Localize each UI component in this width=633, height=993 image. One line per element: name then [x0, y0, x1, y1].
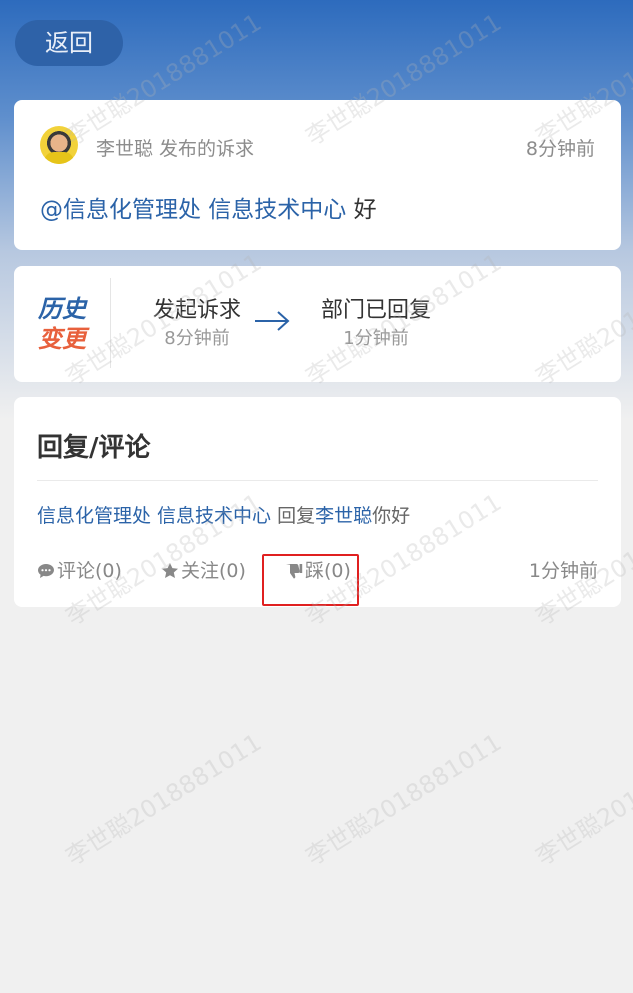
- reply-time: 1分钟前: [528, 560, 598, 582]
- history-step-submitted: 发起诉求 8分钟前: [132, 296, 262, 352]
- step-title: 部门已回复: [320, 298, 431, 323]
- arrow-right-icon: [255, 311, 290, 331]
- highlight-annotation-box: [262, 554, 359, 606]
- post-content: @信息化管理处 信息技术中心 好: [40, 190, 377, 224]
- reply-section-title: 回复/评论: [37, 433, 151, 463]
- post-time: 8分钟前: [525, 138, 595, 160]
- reply-text: 你好: [372, 505, 411, 527]
- history-logo-line2: 变更: [38, 325, 86, 353]
- watermark: 李世聪2018881011: [300, 728, 507, 872]
- back-button[interactable]: 返回: [15, 20, 123, 66]
- post-mention-link[interactable]: @信息化管理处 信息技术中心: [40, 197, 346, 223]
- reply-content: 信息化管理处 信息技术中心 回复李世聪你好: [37, 501, 410, 528]
- comment-button[interactable]: 评论(0): [37, 557, 122, 585]
- reply-verb: 回复: [277, 505, 316, 527]
- history-divider: [110, 278, 111, 368]
- post-card: 李世聪 发布的诉求 8分钟前 @信息化管理处 信息技术中心 好: [14, 100, 621, 250]
- watermark: 李世聪2018881011: [60, 728, 267, 872]
- post-text: 好: [353, 197, 377, 223]
- star-icon: [162, 563, 178, 578]
- watermark: 李世聪2018881011: [530, 728, 633, 872]
- step-title: 发起诉求: [152, 298, 241, 323]
- comment-label: 评论(0): [57, 560, 122, 582]
- post-author-line: 李世聪 发布的诉求: [96, 138, 255, 160]
- step-time: 8分钟前: [164, 328, 230, 349]
- comment-icon: [38, 564, 54, 578]
- history-card: 历史 变更 发起诉求 8分钟前 部门已回复 1分钟前: [14, 266, 621, 382]
- follow-label: 关注(0): [181, 560, 246, 582]
- reply-author-link[interactable]: 信息化管理处 信息技术中心: [37, 505, 271, 527]
- history-step-replied: 部门已回复 1分钟前: [314, 296, 438, 352]
- follow-button[interactable]: 关注(0): [161, 557, 246, 585]
- avatar[interactable]: [40, 126, 78, 164]
- step-time: 1分钟前: [343, 328, 409, 349]
- history-logo: 历史 变更: [38, 294, 98, 354]
- reply-target-link[interactable]: 李世聪: [315, 505, 372, 527]
- divider: [37, 480, 598, 481]
- history-logo-line1: 历史: [38, 295, 86, 323]
